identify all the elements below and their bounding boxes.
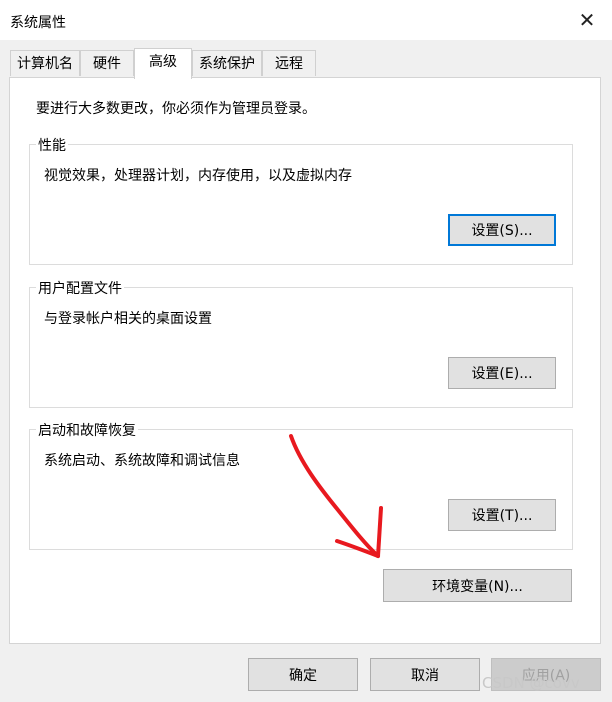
watermark: CSDN @covv [482,674,580,692]
tab-advanced[interactable]: 高级 [134,48,192,79]
annotation-arrow-icon [289,434,383,558]
